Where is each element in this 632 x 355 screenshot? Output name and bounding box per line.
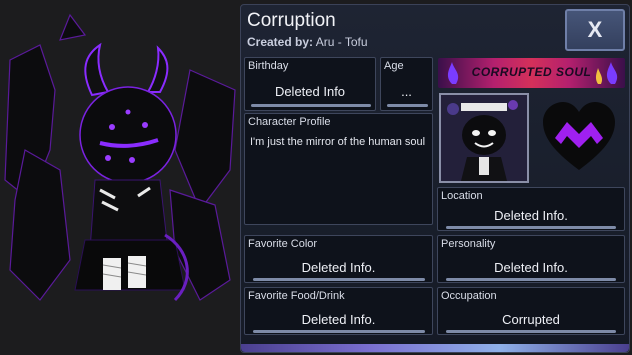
personality-field[interactable]: Personality Deleted Info. bbox=[437, 235, 625, 283]
personality-underline bbox=[446, 278, 616, 281]
corrupted-character-illustration bbox=[4, 13, 236, 302]
favorite-food-value: Deleted Info. bbox=[301, 312, 376, 327]
character-name-title: Corruption bbox=[247, 10, 336, 31]
location-value: Deleted Info. bbox=[494, 208, 568, 223]
panel-bottom-accent bbox=[241, 344, 629, 352]
character-profile-field[interactable]: Character Profile I'm just the mirror of… bbox=[244, 113, 433, 225]
created-by-value: Aru - Tofu bbox=[315, 35, 368, 49]
location-label: Location bbox=[441, 190, 483, 202]
occupation-label: Occupation bbox=[441, 290, 497, 302]
location-underline bbox=[446, 226, 616, 229]
personality-value: Deleted Info. bbox=[494, 260, 568, 275]
favorite-color-value: Deleted Info. bbox=[301, 260, 376, 275]
birthday-field[interactable]: Birthday Deleted Info bbox=[244, 57, 376, 111]
occupation-value: Corrupted bbox=[502, 312, 560, 327]
created-by-line: Created by: Aru - Tofu bbox=[247, 35, 368, 49]
favorite-food-underline bbox=[253, 330, 425, 333]
banner-label: CORRUPTED SOUL bbox=[471, 65, 592, 79]
created-by-label: Created by: bbox=[247, 35, 314, 49]
location-field[interactable]: Location Deleted Info. bbox=[437, 187, 625, 231]
favorite-color-underline bbox=[253, 278, 425, 281]
character-portrait[interactable] bbox=[439, 93, 529, 183]
corrupted-heart-icon bbox=[541, 100, 617, 177]
favorite-food-field[interactable]: Favorite Food/Drink Deleted Info. bbox=[244, 287, 433, 335]
occupation-field[interactable]: Occupation Corrupted bbox=[437, 287, 625, 335]
occupation-underline bbox=[446, 330, 616, 333]
character-profile-panel: Corruption Created by: Aru - Tofu X Birt… bbox=[240, 4, 630, 353]
birthday-label: Birthday bbox=[248, 60, 289, 72]
favorite-color-field[interactable]: Favorite Color Deleted Info. bbox=[244, 235, 433, 283]
age-underline bbox=[387, 104, 428, 107]
close-button[interactable]: X bbox=[565, 9, 625, 51]
birthday-value: Deleted Info bbox=[274, 84, 346, 99]
age-value: ... bbox=[401, 84, 412, 99]
close-icon: X bbox=[587, 17, 603, 42]
birthday-underline bbox=[251, 104, 371, 107]
favorite-color-label: Favorite Color bbox=[248, 238, 318, 250]
character-portrait-image bbox=[441, 95, 527, 181]
age-field[interactable]: Age ... bbox=[380, 57, 433, 111]
character-profile-label: Character Profile bbox=[248, 116, 331, 128]
personality-label: Personality bbox=[441, 238, 496, 250]
favorite-food-label: Favorite Food/Drink bbox=[248, 290, 345, 302]
corrupted-soul-banner: CORRUPTED SOUL bbox=[438, 58, 625, 88]
age-label: Age bbox=[384, 60, 404, 72]
character-profile-text: I'm just the mirror of the human soul bbox=[250, 136, 426, 148]
